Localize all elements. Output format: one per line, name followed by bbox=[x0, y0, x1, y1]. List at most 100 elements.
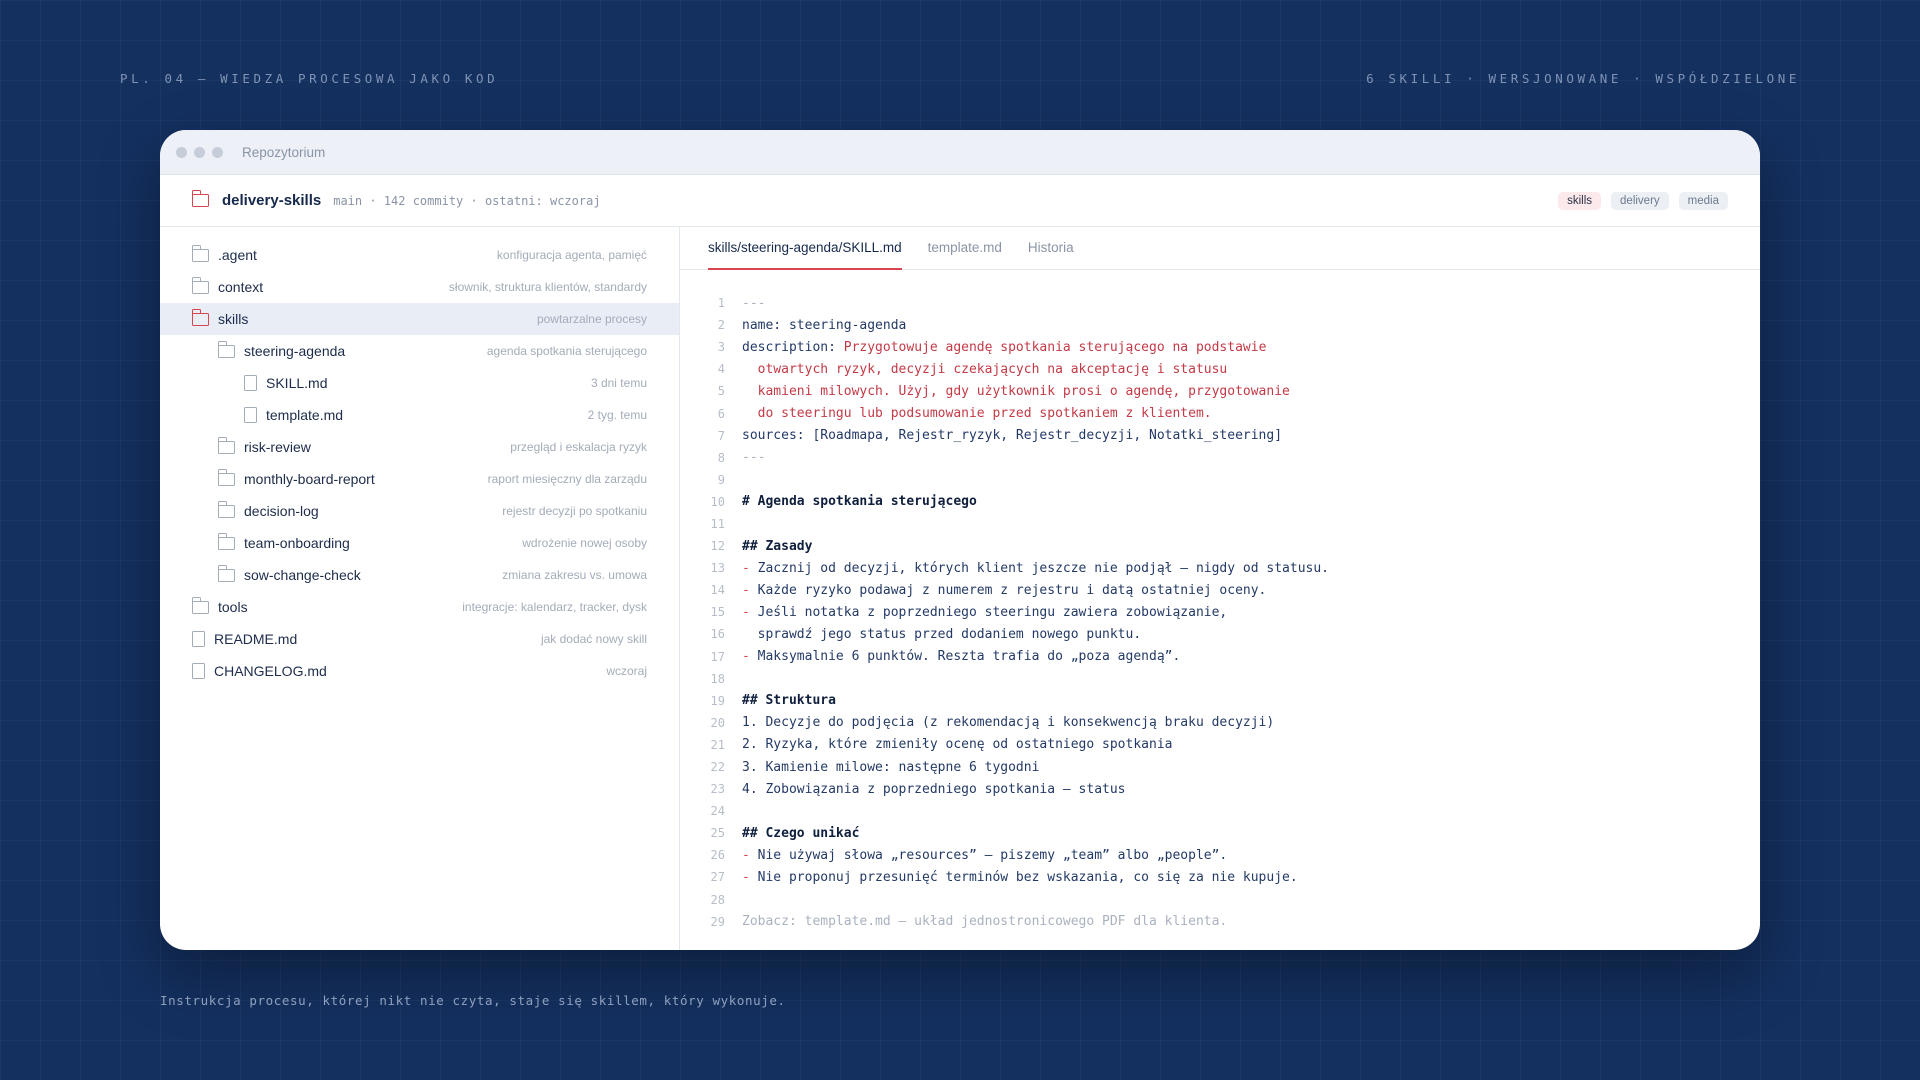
line-number: 29 bbox=[710, 914, 725, 929]
line-number: 28 bbox=[710, 892, 725, 907]
repository-window: Repozytorium delivery-skills main · 142 … bbox=[160, 130, 1760, 950]
code-line: 4 otwartych ryzyk, decyzji czekających n… bbox=[680, 358, 1760, 380]
line-number: 2 bbox=[717, 318, 725, 333]
tree-item-agent[interactable]: .agent konfiguracja agenta, pamięć bbox=[160, 239, 679, 271]
code-line: 27 - Nie proponuj przesunięć terminów bez… bbox=[680, 866, 1760, 888]
folder-icon bbox=[191, 244, 209, 262]
code-line: 2 name: steering-agenda bbox=[680, 314, 1760, 336]
tree-item-description: integracje: kalendarz, tracker, dysk bbox=[462, 600, 647, 614]
repo-name[interactable]: delivery-skills bbox=[222, 192, 321, 209]
tree-item-description: zmiana zakresu vs. umowa bbox=[502, 568, 647, 582]
code-line: 13 - Zacznij od decyzji, których klient j… bbox=[680, 557, 1760, 579]
line-number: 26 bbox=[710, 848, 725, 863]
code-text: ## Struktura bbox=[742, 693, 836, 709]
tree-item-skills[interactable]: skills powtarzalne procesy bbox=[160, 303, 679, 335]
tree-item-team-onboarding[interactable]: team-onboarding wdrożenie nowej osoby bbox=[160, 527, 679, 559]
repo-meta: main · 142 commity · ostatni: wczoraj bbox=[333, 193, 601, 208]
folder-icon bbox=[217, 468, 235, 486]
line-number: 11 bbox=[710, 516, 725, 531]
tab-skill-md[interactable]: skills/steering-agenda/SKILL.md bbox=[708, 227, 902, 270]
tree-item-decision-log[interactable]: decision-log rejestr decyzji po spotkaniu bbox=[160, 495, 679, 527]
repo-tags: skills delivery media bbox=[1558, 191, 1728, 210]
line-number: 3 bbox=[717, 340, 725, 355]
code-line: 20 1. Decyzje do podjęcia (z rekomendacją… bbox=[680, 712, 1760, 734]
line-number: 6 bbox=[717, 406, 725, 421]
tree-item-sow-change-check[interactable]: sow-change-check zmiana zakresu vs. umowa bbox=[160, 559, 679, 591]
tab-history[interactable]: Historia bbox=[1028, 227, 1074, 270]
tree-item-name: README.md bbox=[214, 631, 298, 647]
line-number: 19 bbox=[710, 693, 725, 708]
line-number: 24 bbox=[710, 804, 725, 819]
tree-item-name: context bbox=[218, 279, 264, 295]
tree-item-description: słownik, struktura klientów, standardy bbox=[448, 280, 647, 294]
tree-item-name: sow-change-check bbox=[244, 567, 361, 583]
code-text: 2. Ryzyka, które zmieniły ocenę od ostat… bbox=[742, 737, 1173, 753]
tree-item-readme-md[interactable]: README.md jak dodać nowy skill bbox=[160, 623, 679, 655]
line-number: 7 bbox=[717, 428, 725, 443]
code-line: 17 - Maksymalnie 6 punktów. Reszta trafia… bbox=[680, 646, 1760, 668]
tree-item-context[interactable]: context słownik, struktura klientów, stan… bbox=[160, 271, 679, 303]
window-maximize-dot[interactable] bbox=[212, 146, 223, 158]
code-text: sources: [Roadmapa, Rejestr_ryzyk, Rejes… bbox=[742, 428, 1283, 444]
window-title: Repozytorium bbox=[242, 144, 326, 160]
repo-folder-icon bbox=[191, 190, 209, 207]
window-minimize-dot[interactable] bbox=[194, 146, 205, 158]
folder-icon bbox=[217, 532, 235, 550]
line-number: 27 bbox=[710, 870, 725, 885]
code-text: name: steering-agenda bbox=[742, 317, 907, 333]
line-number: 15 bbox=[710, 605, 725, 620]
tree-item-tools[interactable]: tools integracje: kalendarz, tracker, dys… bbox=[160, 591, 679, 623]
line-number: 1 bbox=[717, 296, 725, 311]
tree-item-name: template.md bbox=[266, 407, 344, 423]
tree-item-changelog-md[interactable]: CHANGELOG.md wczoraj bbox=[160, 655, 679, 687]
folder-icon bbox=[191, 276, 209, 294]
file-tabs: skills/steering-agenda/SKILL.md template.… bbox=[680, 227, 1760, 270]
code-text: sprawdź jego status przed dodaniem noweg… bbox=[742, 626, 1142, 642]
tree-item-description: agenda spotkania sterującego bbox=[486, 344, 647, 358]
code-text: ## Zasady bbox=[742, 538, 813, 554]
tree-item-name: steering-agenda bbox=[244, 343, 346, 359]
tree-item-name: risk-review bbox=[244, 439, 311, 455]
file-icon bbox=[192, 631, 205, 647]
tree-item-steering-agenda[interactable]: steering-agenda agenda spotkania sterując… bbox=[160, 335, 679, 367]
window-titlebar: Repozytorium bbox=[160, 130, 1760, 175]
code-text: 1. Decyzje do podjęcia (z rekomendacją i… bbox=[742, 715, 1275, 731]
file-viewer: skills/steering-agenda/SKILL.md template.… bbox=[680, 227, 1760, 950]
folder-icon bbox=[191, 596, 209, 614]
code-line: 11 bbox=[680, 513, 1760, 535]
line-number: 22 bbox=[710, 760, 725, 775]
code-line: 8 --- bbox=[680, 447, 1760, 469]
tree-item-skill-md[interactable]: SKILL.md 3 dni temu bbox=[160, 367, 679, 399]
line-number: 16 bbox=[710, 627, 725, 642]
tree-item-description: 3 dni temu bbox=[590, 376, 647, 390]
line-number: 25 bbox=[710, 826, 725, 841]
tree-item-monthly-board-report[interactable]: monthly-board-report raport miesięczny dl… bbox=[160, 463, 679, 495]
code-text: 4. Zobowiązania z poprzedniego spotkania… bbox=[742, 781, 1126, 797]
window-close-dot[interactable] bbox=[176, 146, 187, 158]
code-line: 18 bbox=[680, 668, 1760, 690]
code-text: otwartych ryzyk, decyzji czekających na … bbox=[742, 361, 1228, 377]
code-line: 25 ## Czego unikać bbox=[680, 822, 1760, 844]
code-line: 24 bbox=[680, 800, 1760, 822]
line-number: 5 bbox=[717, 384, 725, 399]
tag-media[interactable]: media bbox=[1678, 191, 1728, 210]
tree-item-description: konfiguracja agenta, pamięć bbox=[496, 248, 647, 262]
tree-item-template-md[interactable]: template.md 2 tyg. temu bbox=[160, 399, 679, 431]
code-line: 19 ## Struktura bbox=[680, 690, 1760, 712]
code-text: 3. Kamienie milowe: następne 6 tygodni bbox=[742, 759, 1040, 775]
tree-item-risk-review[interactable]: risk-review przegląd i eskalacja ryzyk bbox=[160, 431, 679, 463]
tag-skills[interactable]: skills bbox=[1558, 191, 1602, 210]
code-line: 15 - Jeśli notatka z poprzedniego steerin… bbox=[680, 601, 1760, 623]
line-number: 9 bbox=[717, 472, 725, 487]
code-line: 22 3. Kamienie milowe: następne 6 tygodni bbox=[680, 756, 1760, 778]
line-number: 4 bbox=[717, 362, 725, 377]
tab-template-md[interactable]: template.md bbox=[928, 227, 1002, 270]
slide-summary: 6 SKILLI · WERSJONOWANE · WSPÓŁDZIELONE bbox=[1366, 71, 1800, 86]
tree-item-name: decision-log bbox=[244, 503, 319, 519]
file-icon bbox=[192, 663, 205, 679]
tag-delivery[interactable]: delivery bbox=[1611, 191, 1669, 210]
code-line: 29 Zobacz: template.md — układ jednostron… bbox=[680, 911, 1760, 933]
tree-item-description: 2 tyg. temu bbox=[587, 408, 647, 422]
tree-item-name: team-onboarding bbox=[244, 535, 350, 551]
code-text: - Każde ryzyko podawaj z numerem z rejes… bbox=[742, 582, 1267, 598]
